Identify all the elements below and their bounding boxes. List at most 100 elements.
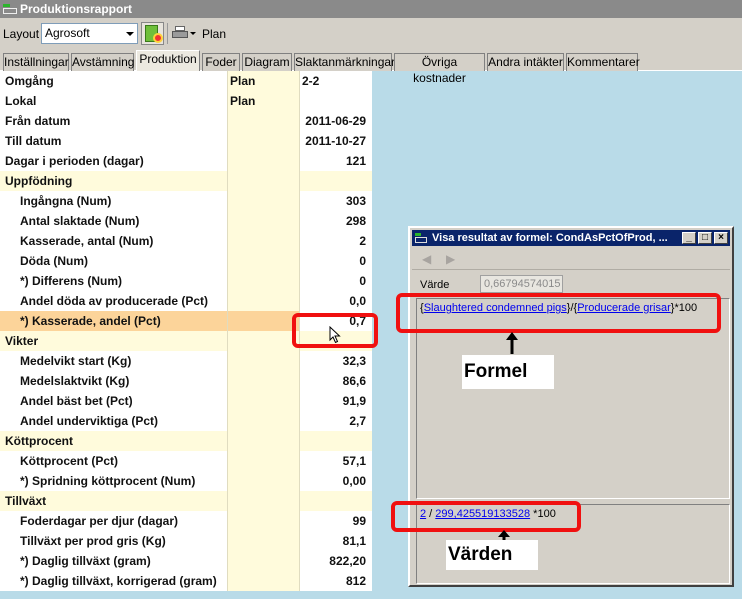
table-row[interactable]: Från datum 2011-06-29 [0,111,372,131]
row-value-cell[interactable]: 2011-10-27 [299,131,372,151]
table-row[interactable]: Dagar i perioden (dagar) 121 [0,151,372,171]
row-name: Andel bäst bet (Pct) [0,391,227,411]
row-plan-cell[interactable] [227,131,299,151]
row-value-cell[interactable]: 298 [299,211,372,231]
row-plan-cell[interactable] [227,151,299,171]
row-plan-cell[interactable] [227,391,299,411]
row-value-cell[interactable]: 0,0 [299,291,372,311]
row-plan-cell[interactable] [227,311,299,331]
row-plan-cell[interactable] [227,331,299,351]
row-plan-cell[interactable] [227,371,299,391]
table-row[interactable]: Medelslaktvikt (Kg) 86,6 [0,371,372,391]
row-plan-cell[interactable] [227,571,299,591]
table-row[interactable]: Antal slaktade (Num) 298 [0,211,372,231]
chevron-down-icon [126,32,134,36]
row-value-cell[interactable]: 2,7 [299,411,372,431]
varde-field[interactable]: 0,66794574015 [480,275,563,293]
tab-foder[interactable]: Foder [202,53,240,71]
table-row[interactable]: *) Spridning köttprocent (Num) 0,00 [0,471,372,491]
row-value-cell[interactable]: 2 [299,231,372,251]
tab-andra-intakter[interactable]: Andra intäkter [487,53,564,71]
print-dropdown-icon[interactable] [190,32,196,35]
section-row[interactable]: Uppfödning [0,171,372,191]
row-plan-cell[interactable] [227,211,299,231]
forward-arrow-icon[interactable]: ▶ [446,253,460,265]
row-value-cell[interactable]: 57,1 [299,451,372,471]
row-plan-cell[interactable] [227,431,299,451]
row-plan-cell[interactable] [227,471,299,491]
row-value-cell[interactable]: 0 [299,251,372,271]
row-plan-cell[interactable]: Plan [227,91,299,111]
badge-icon [153,33,163,43]
row-plan-cell[interactable] [227,531,299,551]
tab-diagram[interactable]: Diagram [242,53,292,71]
row-value-cell[interactable]: 2011-06-29 [299,111,372,131]
row-plan-cell[interactable] [227,551,299,571]
row-plan-cell[interactable] [227,411,299,431]
row-value-cell[interactable] [299,491,372,511]
table-row[interactable]: Ingångna (Num) 303 [0,191,372,211]
row-value-cell[interactable]: 303 [299,191,372,211]
table-row[interactable]: Lokal Plan [0,91,372,111]
table-row[interactable]: Foderdagar per djur (dagar) 99 [0,511,372,531]
row-plan-cell[interactable]: Plan [227,71,299,91]
row-plan-cell[interactable] [227,271,299,291]
row-value-cell[interactable]: 99 [299,511,372,531]
row-plan-cell[interactable] [227,231,299,251]
row-plan-cell[interactable] [227,511,299,531]
row-value-cell[interactable]: 2-2 [299,71,372,91]
section-row[interactable]: Köttprocent [0,431,372,451]
table-row[interactable]: Tillväxt per prod gris (Kg) 81,1 [0,531,372,551]
formula-highlight-box [396,293,721,333]
row-value-cell[interactable]: 812 [299,571,372,591]
row-plan-cell[interactable] [227,171,299,191]
new-report-button[interactable] [141,22,164,45]
tab-produktion[interactable]: Produktion [136,50,200,71]
row-value-cell[interactable]: 86,6 [299,371,372,391]
row-value-cell[interactable]: 0 [299,271,372,291]
table-row[interactable]: Andel döda av producerade (Pct) 0,0 [0,291,372,311]
row-value-cell[interactable]: 822,20 [299,551,372,571]
row-plan-cell[interactable] [227,251,299,271]
table-row[interactable]: *) Daglig tillväxt (gram) 822,20 [0,551,372,571]
row-plan-cell[interactable] [227,191,299,211]
row-value-cell[interactable]: 0,00 [299,471,372,491]
print-button[interactable] [172,26,188,40]
tab-avstamning[interactable]: Avstämning [71,53,134,71]
close-button[interactable]: × [714,232,728,244]
tab-slaktanmarkningar[interactable]: Slaktanmärkningar [294,53,395,71]
minimize-button[interactable]: _ [682,232,696,244]
table-row[interactable]: Andel underviktiga (Pct) 2,7 [0,411,372,431]
table-row[interactable]: *) Differens (Num) 0 [0,271,372,291]
row-plan-cell[interactable] [227,451,299,471]
back-arrow-icon[interactable]: ◀ [422,253,436,265]
row-plan-cell[interactable] [227,491,299,511]
table-row[interactable]: Medelvikt start (Kg) 32,3 [0,351,372,371]
row-value-cell[interactable]: 32,3 [299,351,372,371]
row-plan-cell[interactable] [227,111,299,131]
row-plan-cell[interactable] [227,351,299,371]
row-value-cell[interactable]: 121 [299,151,372,171]
table-row[interactable]: Omgång Plan 2-2 [0,71,372,91]
table-row[interactable]: Döda (Num) 0 [0,251,372,271]
table-row[interactable]: Kasserade, antal (Num) 2 [0,231,372,251]
tab-installningar[interactable]: Inställningar [3,53,69,71]
row-value-cell[interactable] [299,91,372,111]
maximize-button[interactable]: □ [698,232,712,244]
tab-ovriga-kostnader[interactable]: Övriga kostnader [394,53,485,85]
row-value-cell[interactable] [299,171,372,191]
table-row[interactable]: Till datum 2011-10-27 [0,131,372,151]
plan-label: Plan [202,27,227,41]
section-row[interactable]: Tillväxt [0,491,372,511]
table-row[interactable]: *) Daglig tillväxt, korrigerad (gram) 812 [0,571,372,591]
layout-select[interactable]: Agrosoft [41,23,138,44]
row-value-cell[interactable] [299,431,372,451]
table-row[interactable]: Andel bäst bet (Pct) 91,9 [0,391,372,411]
table-row[interactable]: Köttprocent (Pct) 57,1 [0,451,372,471]
row-value-cell[interactable]: 91,9 [299,391,372,411]
tab-kommentarer[interactable]: Kommentarer [566,53,640,71]
window-title: Produktionsrapport [20,2,133,16]
dialog-nav-bar: ◀ ▶ [412,248,730,270]
row-plan-cell[interactable] [227,291,299,311]
row-value-cell[interactable]: 81,1 [299,531,372,551]
